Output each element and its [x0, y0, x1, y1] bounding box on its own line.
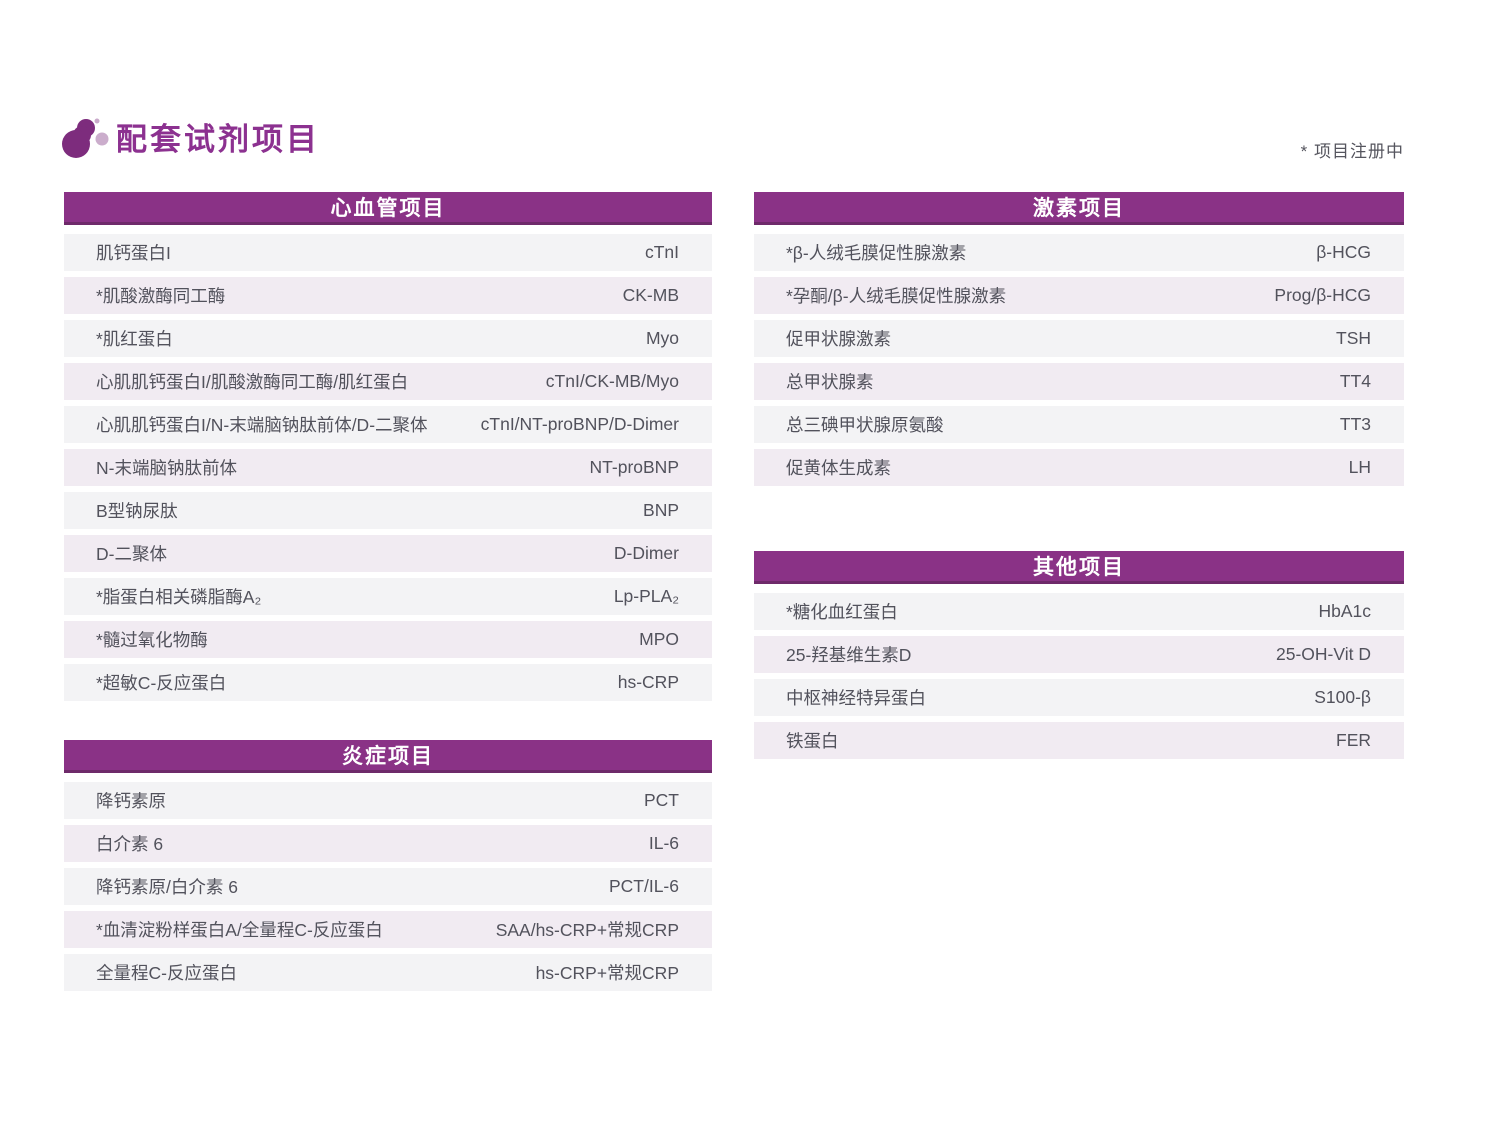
registration-note: * 项目注册中 [1301, 137, 1404, 162]
item-name: *血清淀粉样蛋白A/全量程C-反应蛋白 [96, 917, 383, 942]
item-name: *肌酸激酶同工酶 [96, 283, 225, 308]
item-abbreviation: Lp-PLA₂ [614, 586, 679, 607]
table-body: *β-人绒毛膜促性腺激素 β-HCG *孕酮/β-人绒毛膜促性腺激素 Prog/β-H… [754, 225, 1404, 486]
item-abbreviation: PCT/IL-6 [609, 876, 679, 897]
item-abbreviation: MPO [639, 629, 679, 650]
item-abbreviation: CK-MB [623, 285, 679, 306]
item-name: D-二聚体 [96, 541, 167, 566]
table-row: 中枢神经特异蛋白 S100-β [754, 679, 1404, 716]
table-row: 肌钙蛋白I cTnI [64, 234, 712, 271]
item-name: 全量程C-反应蛋白 [96, 960, 237, 985]
table-row: *糖化血红蛋白 HbA1c [754, 593, 1404, 630]
table-title: 激素项目 [754, 192, 1404, 225]
table-title: 心血管项目 [64, 192, 712, 225]
table-other: 其他项目 *糖化血红蛋白 HbA1c 25-羟基维生素D 25-OH-Vit D 中枢神… [754, 551, 1404, 759]
item-abbreviation: BNP [643, 500, 679, 521]
item-abbreviation: NT-proBNP [590, 457, 679, 478]
table-row: 降钙素原/白介素 6 PCT/IL-6 [64, 868, 712, 905]
item-abbreviation: hs-CRP+常规CRP [536, 960, 679, 985]
item-abbreviation: SAA/hs-CRP+常规CRP [496, 917, 679, 942]
item-name: 总甲状腺素 [786, 369, 874, 394]
table-title: 炎症项目 [64, 740, 712, 773]
item-abbreviation: hs-CRP [618, 672, 679, 693]
item-name: 总三碘甲状腺原氨酸 [786, 412, 944, 437]
item-name: 白介素 6 [96, 831, 163, 856]
catalog-page: 配套试剂项目 * 项目注册中 心血管项目 肌钙蛋白I cTnI *肌酸激酶同工酶 CK… [0, 0, 1510, 1147]
table-row: 降钙素原 PCT [64, 782, 712, 819]
table-row: D-二聚体 D-Dimer [64, 535, 712, 572]
table-row: *孕酮/β-人绒毛膜促性腺激素 Prog/β-HCG [754, 277, 1404, 314]
table-row: *肌酸激酶同工酶 CK-MB [64, 277, 712, 314]
item-name: *超敏C-反应蛋白 [96, 670, 226, 695]
table-row: 心肌肌钙蛋白I/肌酸激酶同工酶/肌红蛋白 cTnI/CK-MB/Myo [64, 363, 712, 400]
table-row: *血清淀粉样蛋白A/全量程C-反应蛋白 SAA/hs-CRP+常规CRP [64, 911, 712, 948]
item-name: 25-羟基维生素D [786, 642, 911, 667]
item-abbreviation: cTnI/NT-proBNP/D-Dimer [481, 414, 679, 435]
table-hormone: 激素项目 *β-人绒毛膜促性腺激素 β-HCG *孕酮/β-人绒毛膜促性腺激素 Pro… [754, 192, 1404, 486]
table-row: *超敏C-反应蛋白 hs-CRP [64, 664, 712, 701]
item-name: *肌红蛋白 [96, 326, 173, 351]
brand-droplet-icon [56, 108, 112, 160]
table-row: *脂蛋白相关磷脂酶A₂ Lp-PLA₂ [64, 578, 712, 615]
item-abbreviation: cTnI [645, 242, 679, 263]
item-abbreviation: Prog/β-HCG [1274, 285, 1371, 306]
item-abbreviation: FER [1336, 730, 1371, 751]
item-abbreviation: S100-β [1314, 687, 1371, 708]
item-name: 铁蛋白 [786, 728, 839, 753]
item-abbreviation: TT3 [1340, 414, 1371, 435]
item-name: *脂蛋白相关磷脂酶A₂ [96, 584, 261, 609]
item-abbreviation: IL-6 [649, 833, 679, 854]
table-row: 白介素 6 IL-6 [64, 825, 712, 862]
table-row: 25-羟基维生素D 25-OH-Vit D [754, 636, 1404, 673]
item-name: B型钠尿肽 [96, 498, 178, 523]
item-name: 心肌肌钙蛋白I/肌酸激酶同工酶/肌红蛋白 [96, 369, 408, 394]
item-name: 肌钙蛋白I [96, 240, 171, 265]
item-name: *髓过氧化物酶 [96, 627, 208, 652]
item-name: *孕酮/β-人绒毛膜促性腺激素 [786, 283, 1006, 308]
table-row: *髓过氧化物酶 MPO [64, 621, 712, 658]
item-name: 降钙素原/白介素 6 [96, 874, 238, 899]
table-row: *β-人绒毛膜促性腺激素 β-HCG [754, 234, 1404, 271]
table-body: 降钙素原 PCT 白介素 6 IL-6 降钙素原/白介素 6 PCT/IL-6 *血清淀粉样… [64, 773, 712, 991]
table-row: N-末端脑钠肽前体 NT-proBNP [64, 449, 712, 486]
table-inflammation: 炎症项目 降钙素原 PCT 白介素 6 IL-6 降钙素原/白介素 6 PCT/IL-6 *… [64, 740, 712, 991]
table-row: *肌红蛋白 Myo [64, 320, 712, 357]
table-row: 促黄体生成素 LH [754, 449, 1404, 486]
item-name: 促黄体生成素 [786, 455, 891, 480]
table-row: 心肌肌钙蛋白I/N-末端脑钠肽前体/D-二聚体 cTnI/NT-proBNP/D-… [64, 406, 712, 443]
item-name: *β-人绒毛膜促性腺激素 [786, 240, 966, 265]
table-body: 肌钙蛋白I cTnI *肌酸激酶同工酶 CK-MB *肌红蛋白 Myo 心肌肌钙蛋白I/肌酸… [64, 225, 712, 701]
table-body: *糖化血红蛋白 HbA1c 25-羟基维生素D 25-OH-Vit D 中枢神经特异蛋白… [754, 584, 1404, 759]
table-row: 总甲状腺素 TT4 [754, 363, 1404, 400]
item-abbreviation: Myo [646, 328, 679, 349]
item-abbreviation: β-HCG [1316, 242, 1371, 263]
table-title: 其他项目 [754, 551, 1404, 584]
item-abbreviation: HbA1c [1318, 601, 1371, 622]
item-abbreviation: TT4 [1340, 371, 1371, 392]
table-row: 全量程C-反应蛋白 hs-CRP+常规CRP [64, 954, 712, 991]
item-name: 心肌肌钙蛋白I/N-末端脑钠肽前体/D-二聚体 [96, 412, 428, 437]
item-name: 促甲状腺激素 [786, 326, 891, 351]
table-row: 促甲状腺激素 TSH [754, 320, 1404, 357]
item-name: N-末端脑钠肽前体 [96, 455, 237, 480]
item-abbreviation: TSH [1336, 328, 1371, 349]
item-abbreviation: cTnI/CK-MB/Myo [546, 371, 679, 392]
item-abbreviation: D-Dimer [614, 543, 679, 564]
item-name: 降钙素原 [96, 788, 166, 813]
item-abbreviation: LH [1349, 457, 1371, 478]
table-row: 铁蛋白 FER [754, 722, 1404, 759]
item-name: *糖化血红蛋白 [786, 599, 898, 624]
table-cardiovascular: 心血管项目 肌钙蛋白I cTnI *肌酸激酶同工酶 CK-MB *肌红蛋白 Myo 心肌肌钙… [64, 192, 712, 701]
item-abbreviation: 25-OH-Vit D [1276, 644, 1371, 665]
page-title: 配套试剂项目 [116, 122, 320, 158]
table-row: 总三碘甲状腺原氨酸 TT3 [754, 406, 1404, 443]
table-row: B型钠尿肽 BNP [64, 492, 712, 529]
item-name: 中枢神经特异蛋白 [786, 685, 926, 710]
item-abbreviation: PCT [644, 790, 679, 811]
